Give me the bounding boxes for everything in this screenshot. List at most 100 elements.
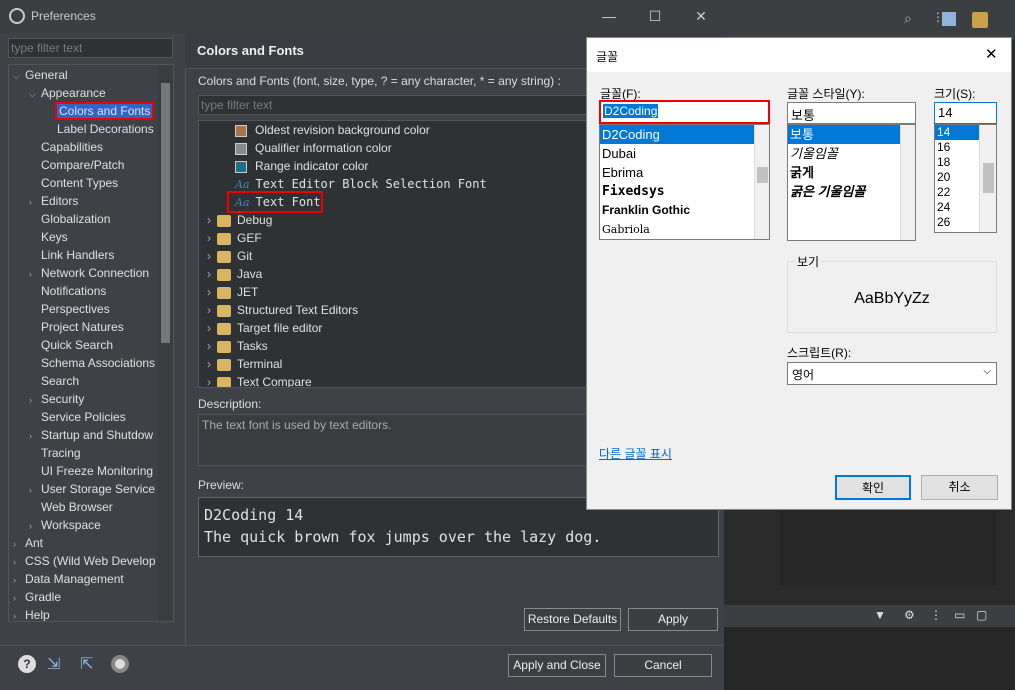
color-font-item[interactable]: Aa Text Font [227, 191, 323, 213]
filter-icon[interactable]: ▼ [874, 608, 886, 622]
tree-item[interactable]: ⌵ General [13, 66, 173, 84]
tree-item[interactable]: Colors and Fonts [13, 102, 173, 120]
import-icon[interactable]: ⇲ [47, 654, 60, 674]
tree-item[interactable]: › CSS (Wild Web Develop [13, 552, 173, 570]
chevron-icon[interactable]: › [207, 375, 211, 387]
tree-item[interactable]: Compare/Patch [13, 156, 173, 174]
tree-item[interactable]: Capabilities [13, 138, 173, 156]
tree-item[interactable]: Schema Associations [13, 354, 173, 372]
tree-item[interactable]: › Gradle [13, 588, 173, 606]
tree-item[interactable]: › Network Connection [13, 264, 173, 282]
chevron-icon[interactable]: ⌵ [29, 85, 39, 103]
chevron-icon[interactable]: › [29, 517, 39, 535]
cancel-button[interactable]: Cancel [614, 654, 712, 677]
tree-item[interactable]: Tracing [13, 444, 173, 462]
tree-item[interactable]: Perspectives [13, 300, 173, 318]
font-name-input[interactable]: D2Coding [599, 100, 770, 124]
color-font-item[interactable]: › Tasks [199, 337, 592, 355]
tree-item[interactable]: Notifications [13, 282, 173, 300]
font-style-input[interactable]: 보통 [787, 102, 916, 124]
font-list-scrollbar[interactable] [754, 125, 769, 239]
java-perspective-icon[interactable] [972, 12, 988, 28]
list-item[interactable]: 굵게 [788, 163, 900, 182]
tree-item[interactable]: › Ant [13, 534, 173, 552]
apply-and-close-button[interactable]: Apply and Close [508, 654, 606, 677]
list-item[interactable]: 20 [935, 170, 979, 185]
color-font-item[interactable]: Range indicator color [199, 157, 592, 175]
chevron-icon[interactable]: › [29, 193, 39, 211]
chevron-icon[interactable]: › [207, 267, 211, 281]
chevron-icon[interactable]: › [207, 321, 211, 335]
chevron-icon[interactable]: › [13, 571, 23, 589]
tree-item[interactable]: Web Browser [13, 498, 173, 516]
chevron-icon[interactable]: › [207, 303, 211, 317]
maximize-icon[interactable]: ▢ [976, 608, 987, 622]
list-item[interactable]: Gabriola [600, 220, 754, 239]
size-list-scroll-thumb[interactable] [983, 163, 994, 193]
tree-item[interactable]: › Workspace [13, 516, 173, 534]
size-list-scrollbar[interactable] [979, 125, 996, 232]
tree-item[interactable]: Service Policies [13, 408, 173, 426]
list-item[interactable]: 18 [935, 155, 979, 170]
tree-item[interactable]: Search [13, 372, 173, 390]
list-item[interactable]: Franklin Gothic [600, 201, 754, 220]
color-font-item[interactable]: › Structured Text Editors [199, 301, 592, 319]
color-font-item[interactable]: Qualifier information color [199, 139, 592, 157]
size-input[interactable]: 14 [934, 102, 997, 124]
dialog-close-button[interactable]: ✕ [985, 45, 998, 63]
chevron-icon[interactable]: › [29, 391, 39, 409]
font-list-scroll-thumb[interactable] [757, 167, 768, 183]
color-font-item[interactable]: › Text Compare [199, 373, 592, 387]
tree-item[interactable]: › Data Management [13, 570, 173, 588]
more-fonts-link[interactable]: 다른 글꼴 표시 [599, 445, 672, 462]
chevron-icon[interactable]: › [207, 213, 211, 227]
minimize-icon[interactable]: ▭ [954, 608, 965, 622]
tree-item[interactable]: Label Decorations [13, 120, 173, 138]
maximize-button[interactable]: ☐ [632, 0, 678, 33]
tree-item[interactable]: › User Storage Service [13, 480, 173, 498]
list-item[interactable]: 보통 [788, 125, 900, 144]
color-font-item[interactable]: › Git [199, 247, 592, 265]
colors-filter-input[interactable]: type filter text [198, 95, 593, 115]
list-item[interactable]: 기울임꼴 [788, 144, 900, 163]
chevron-icon[interactable]: › [207, 249, 211, 263]
tree-item[interactable]: Quick Search [13, 336, 173, 354]
chevron-icon[interactable]: › [29, 481, 39, 499]
color-font-item[interactable]: › Target file editor [199, 319, 592, 337]
color-font-item[interactable]: › Java [199, 265, 592, 283]
color-font-item[interactable]: Oldest revision background color [199, 121, 592, 139]
help-icon[interactable]: ? [18, 655, 36, 673]
tree-filter-input[interactable]: type filter text [8, 38, 173, 58]
tree-item[interactable]: Content Types [13, 174, 173, 192]
color-font-item[interactable]: › GEF [199, 229, 592, 247]
list-item[interactable]: 24 [935, 200, 979, 215]
export-icon[interactable]: ⇱ [80, 654, 93, 674]
list-item[interactable]: D2Coding [600, 125, 754, 144]
list-item[interactable]: Dubai [600, 144, 754, 163]
tree-scrollbar[interactable] [158, 65, 173, 621]
chevron-icon[interactable]: › [29, 427, 39, 445]
apply-button[interactable]: Apply [628, 608, 718, 631]
dialog-cancel-button[interactable]: 취소 [921, 475, 998, 500]
chevron-icon[interactable]: › [207, 339, 211, 353]
record-icon[interactable] [111, 655, 129, 673]
list-item[interactable]: 26 [935, 215, 979, 230]
chevron-icon[interactable]: › [207, 357, 211, 371]
search-icon[interactable]: ⌕ [904, 10, 912, 27]
tree-item[interactable]: Link Handlers [13, 246, 173, 264]
close-button[interactable]: ✕ [678, 0, 724, 33]
chevron-icon[interactable]: › [13, 607, 23, 621]
tree-item[interactable]: › Security [13, 390, 173, 408]
tree-item[interactable]: UI Freeze Monitoring [13, 462, 173, 480]
chevron-icon[interactable]: › [207, 285, 211, 299]
ok-button[interactable]: 확인 [835, 475, 911, 500]
minimize-button[interactable]: — [586, 0, 632, 33]
style-list-scrollbar[interactable] [900, 125, 915, 240]
tree-item[interactable]: Globalization [13, 210, 173, 228]
list-item[interactable]: 22 [935, 185, 979, 200]
chevron-icon[interactable]: › [13, 589, 23, 607]
tree-item[interactable]: ⌵ Appearance [13, 84, 173, 102]
chevron-icon[interactable]: › [13, 535, 23, 553]
chevron-icon[interactable]: › [207, 231, 211, 245]
perspective-icon[interactable] [942, 12, 956, 26]
